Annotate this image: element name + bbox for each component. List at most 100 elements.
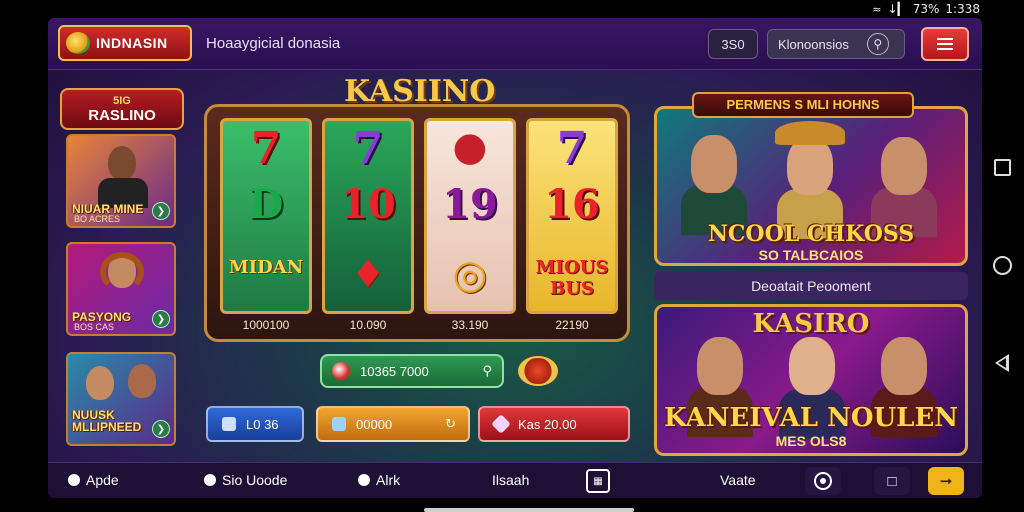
refresh-icon: ↻ <box>445 416 456 431</box>
ball-icon <box>332 362 350 380</box>
nav-item-qr[interactable]: ▦ <box>586 469 610 493</box>
reel-value: 10.090 <box>349 318 387 332</box>
battery-text: 73% <box>912 2 940 16</box>
location-icon <box>68 474 80 486</box>
nav-label: Apde <box>86 472 119 488</box>
nav-label: Vaate <box>720 472 756 488</box>
action-button-red[interactable]: Kas 20.00 <box>478 406 630 442</box>
hamburger-icon <box>937 43 953 45</box>
gesture-home-bar[interactable] <box>424 508 634 512</box>
recents-icon <box>993 158 1011 176</box>
promo-2-subline: MES OLS8 <box>775 433 847 449</box>
reel-symbol-top: 7 <box>352 123 384 174</box>
logo-text: INDNASIN <box>96 35 168 51</box>
reel-symbol-top: 7 <box>250 123 282 174</box>
promo-1-headline: NCOOL CHKOSS <box>707 221 915 247</box>
record-icon <box>814 472 832 490</box>
reel-symbol-top: 7 <box>556 123 588 174</box>
game-card-1[interactable]: NIUAR MINE BO ACRES ❯ <box>66 134 176 228</box>
reel-symbol-mid: 16 <box>544 181 600 228</box>
diamond-icon <box>491 414 511 434</box>
chevron-right-icon[interactable]: ❯ <box>152 420 170 438</box>
reel-2[interactable]: 7 10 ♦ <box>322 118 414 314</box>
action-label: L0 36 <box>246 416 279 432</box>
qr-code-icon: ▦ <box>586 469 610 493</box>
balance-button[interactable]: 3S0 <box>708 29 758 59</box>
game-card-subtitle: BO ACRES <box>74 214 121 224</box>
reel-symbol-mid: 10 <box>340 181 396 228</box>
nav-item-alrk[interactable]: Alrk <box>358 472 400 488</box>
system-indicators: ≈ ↓▎ 73% 1:338 <box>872 2 980 16</box>
promo-ribbon: PERMENS S MLI HOHNS <box>692 92 914 118</box>
back-button[interactable] <box>992 353 1012 373</box>
promo-card-2[interactable]: KASIRO KANEIVAL NOULEN MES OLS8 <box>654 304 968 456</box>
casino-app: INDNASIN Hoaaygicial donasia 3S0 Klonoon… <box>48 18 982 498</box>
logo-icon <box>66 32 90 54</box>
nav-item-sio-uoode[interactable]: Sio Uoode <box>204 472 287 488</box>
bottom-nav: Apde Sio Uoode Alrk Ilsaah ▦ Vaate □ ➞ <box>48 462 982 498</box>
sidebar-badge[interactable]: 5IG RASLINO <box>60 88 184 130</box>
action-label: 00000 <box>356 416 393 432</box>
action-label: Kas 20.00 <box>518 416 577 432</box>
promo-card-1[interactable]: NCOOL CHKOSS SO TALBCAIOS <box>654 106 968 266</box>
reel-value: 22190 <box>555 318 589 332</box>
chevron-right-icon[interactable]: ❯ <box>152 202 170 220</box>
nav-label: Sio Uoode <box>222 472 288 488</box>
slot-search-bar[interactable]: 10365 7000 ⚲ <box>320 354 504 388</box>
tag-icon <box>222 417 236 431</box>
reel-symbol-mid: 19 <box>442 181 498 228</box>
site-title: Hoaaygicial donasia <box>206 35 341 52</box>
promo-2-title: KASIRO <box>752 309 870 339</box>
reel-4[interactable]: 7 16 MIOUS BUS <box>526 118 618 314</box>
search-button[interactable]: Klonoonsios ⚲ <box>767 29 905 59</box>
badge-line-1: 5IG <box>113 94 131 107</box>
reel-symbol-bottom: MIDAN <box>228 257 304 278</box>
reel-1[interactable]: 7 D MIDAN <box>220 118 312 314</box>
search-icon: ⚲ <box>482 363 492 378</box>
reel-symbol-bottom: ♦ <box>350 251 386 296</box>
recents-button[interactable] <box>992 157 1012 177</box>
menu-button[interactable] <box>921 27 969 61</box>
game-card-2[interactable]: PASYONG BOS CAS ❯ <box>66 242 176 336</box>
reel-symbol-bottom: MIOUS BUS <box>535 257 609 299</box>
chat-icon: □ <box>887 472 897 490</box>
search-label: Klonoonsios <box>778 36 849 52</box>
refresh-icon <box>358 474 370 486</box>
promo-1-subline: SO TALBCAIOS <box>758 247 864 263</box>
game-card-3[interactable]: NUUSK MLLIPNEED ❯ <box>66 352 176 446</box>
reel-value: 33.190 <box>451 318 489 332</box>
reel-symbol-bottom: ◎ <box>452 251 488 298</box>
status-bar: ≈ ↓▎ 73% 1:338 <box>0 0 1024 18</box>
logo[interactable]: INDNASIN <box>58 25 192 61</box>
reel-symbol-top: ● <box>452 123 488 170</box>
clock: 1:338 <box>945 2 980 16</box>
nav-item-ilsaah[interactable]: Ilsaah <box>492 472 529 488</box>
nav-item-apde[interactable]: Apde <box>68 472 119 488</box>
badge-line-2: RASLINO <box>88 106 156 124</box>
record-button[interactable] <box>805 467 841 495</box>
promo-label[interactable]: Deoatait Peooment <box>654 272 968 300</box>
android-nav-bar <box>980 18 1024 512</box>
back-icon <box>995 354 1009 372</box>
nav-item-vaate[interactable]: Vaate <box>720 472 756 488</box>
reel-3[interactable]: ● 19 ◎ <box>424 118 516 314</box>
home-button[interactable] <box>992 255 1012 275</box>
chip-button[interactable] <box>518 356 558 386</box>
app-header: INDNASIN Hoaaygicial donasia 3S0 Klonoon… <box>48 18 982 70</box>
reel-value: 1000100 <box>242 318 290 332</box>
promo-2-headline: KANEIVAL NOULEN <box>663 403 959 433</box>
chat-button[interactable]: □ <box>874 467 910 495</box>
nav-label: Alrk <box>376 472 401 488</box>
cube-icon <box>332 417 346 431</box>
share-button[interactable]: ➞ <box>928 467 964 495</box>
signal-text: ↓▎ <box>887 2 907 16</box>
share-icon: ➞ <box>939 473 953 490</box>
chevron-right-icon[interactable]: ❯ <box>152 310 170 328</box>
reel-symbol-mid: D <box>248 181 284 228</box>
action-button-blue[interactable]: L0 36 <box>206 406 304 442</box>
game-card-subtitle: BOS CAS <box>74 322 115 332</box>
home-icon <box>992 255 1012 275</box>
search-icon: ⚲ <box>866 33 889 55</box>
slot-bar-value: 10365 7000 <box>360 363 429 379</box>
action-button-orange[interactable]: 00000 ↻ <box>316 406 470 442</box>
